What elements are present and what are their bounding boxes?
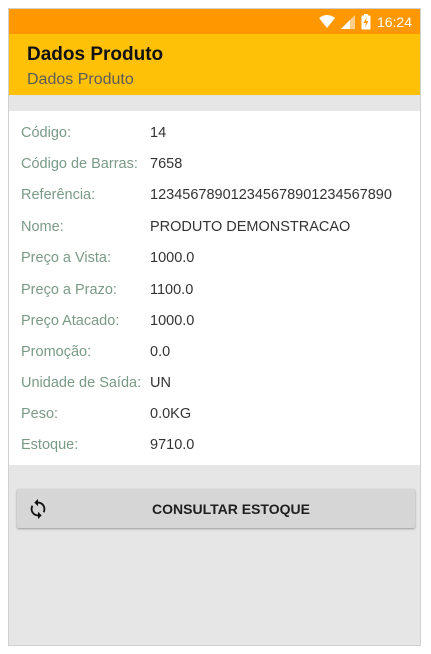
field-preco-vista: Preço a Vista: 1000.0	[21, 248, 194, 268]
field-value: 0.0	[150, 344, 171, 360]
battery-charging-icon	[361, 13, 371, 30]
field-codigo: Código: 14	[21, 123, 166, 143]
field-peso: Peso: 0.0KG	[21, 404, 191, 424]
field-value: PRODUTO DEMONSTRACAO	[150, 219, 351, 235]
field-value: 1000.0	[150, 250, 195, 266]
signal-icon	[340, 14, 355, 29]
field-value: 7658	[150, 156, 183, 172]
field-estoque: Estoque: 9710.0	[21, 435, 194, 455]
field-value: 123456789012345678901234567890	[150, 187, 392, 203]
wifi-icon	[318, 14, 335, 29]
field-codigo-barras: Código de Barras: 7658	[21, 154, 182, 174]
app-title: Dados Produto	[27, 44, 164, 65]
field-label: Preço Atacado:	[21, 313, 120, 329]
field-label: Preço a Vista:	[21, 250, 112, 266]
field-label: Peso:	[21, 406, 59, 422]
field-value: 9710.0	[150, 437, 195, 453]
field-label: Nome:	[21, 219, 64, 235]
field-preco-atacado: Preço Atacado: 1000.0	[21, 311, 194, 331]
product-details-card: Código: 14 Código de Barras: 7658 Referê…	[9, 111, 420, 465]
field-label: Código de Barras:	[21, 156, 138, 172]
field-nome: Nome: PRODUTO DEMONSTRACAO	[21, 217, 350, 237]
field-label: Referência:	[21, 187, 96, 203]
field-value: 1100.0	[150, 282, 194, 298]
status-time: 16:24	[376, 13, 412, 30]
field-value: 14	[150, 125, 167, 141]
field-label: Preço a Prazo:	[21, 282, 117, 298]
field-unidade-saida: Unidade de Saída: UN	[21, 373, 171, 393]
field-label: Estoque:	[21, 437, 79, 453]
refresh-icon	[27, 498, 49, 520]
field-label: Código:	[21, 125, 71, 141]
field-label: Unidade de Saída:	[21, 375, 142, 391]
consult-stock-label: CONSULTAR ESTOQUE	[152, 500, 310, 517]
field-label: Promoção:	[21, 344, 92, 360]
field-referencia: Referência: 1234567890123456789012345678…	[21, 185, 392, 205]
app-bar: Dados Produto Dados Produto	[9, 34, 420, 95]
app-subtitle: Dados Produto	[27, 71, 134, 88]
field-preco-prazo: Preço a Prazo: 1100.0	[21, 280, 193, 300]
field-promocao: Promoção: 0.0	[21, 342, 170, 362]
field-value: 0.0KG	[150, 406, 192, 422]
status-bar: 16:24	[9, 9, 420, 34]
field-value: UN	[150, 375, 171, 391]
consult-stock-button[interactable]: CONSULTAR ESTOQUE	[17, 489, 415, 528]
device-screen: 16:24 Dados Produto Dados Produto Código…	[9, 9, 420, 645]
field-value: 1000.0	[150, 313, 195, 329]
